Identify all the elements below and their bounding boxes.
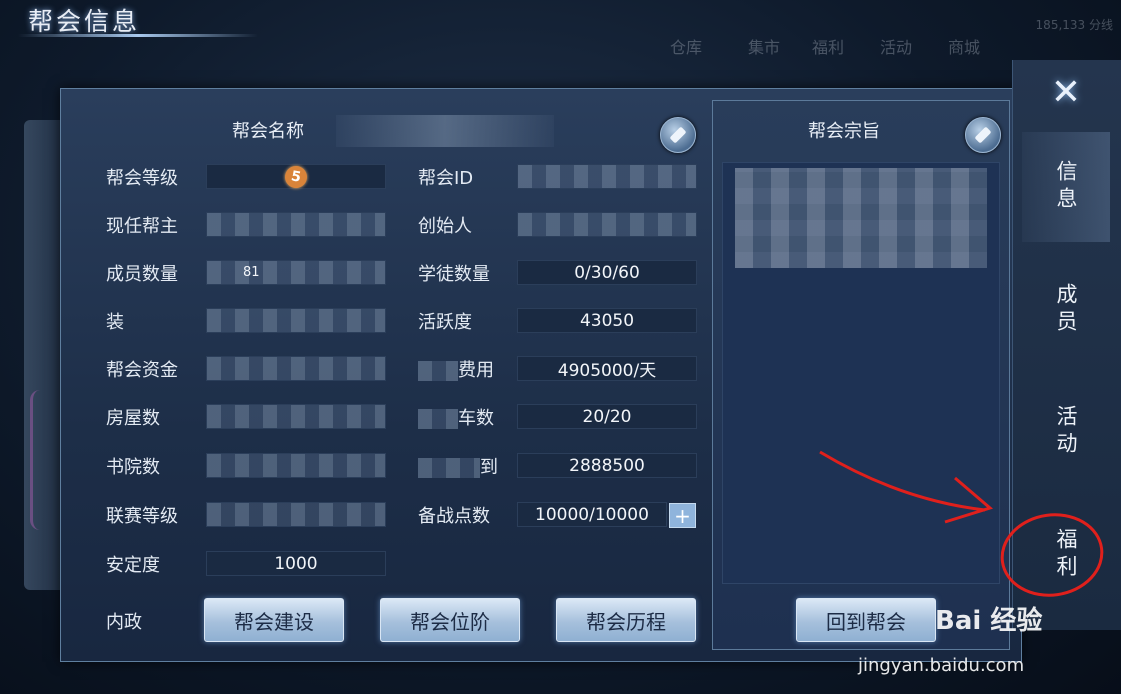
label-interior: 内政 — [106, 612, 142, 633]
value-member-count: 81 — [206, 260, 386, 285]
bg-menu-welfare: 福利 — [812, 38, 845, 57]
label-guild-level: 帮会等级 — [106, 168, 178, 189]
purpose-title: 帮会宗旨 — [808, 121, 880, 142]
bg-menu-market: 集市 — [748, 38, 781, 57]
level-badge-icon: 5 — [283, 163, 309, 190]
value-equip — [206, 308, 386, 333]
label-equip: 装 — [106, 312, 124, 333]
plus-icon: + — [674, 503, 691, 528]
label-cost: 费用 — [418, 356, 494, 382]
watermark-url: jingyan.baidu.com — [858, 655, 1025, 676]
vehicles-label-text: 车数 — [458, 408, 494, 429]
guild-name-label: 帮会名称 — [232, 121, 304, 142]
label-houses: 房屋数 — [106, 408, 160, 429]
edit-purpose-button[interactable] — [965, 117, 1001, 153]
edit-name-button[interactable] — [660, 117, 696, 153]
guild-history-button[interactable]: 帮会历程 — [556, 598, 696, 642]
label-apprentices: 学徒数量 — [418, 264, 490, 285]
label-activity: 活跃度 — [418, 312, 472, 333]
tab-info[interactable]: 信息 — [1022, 132, 1110, 242]
return-to-guild-button[interactable]: 回到帮会 — [796, 598, 936, 642]
window-title: 帮会信息 — [28, 7, 141, 36]
bg-menu-activity: 活动 — [880, 38, 913, 57]
title-underline — [18, 34, 258, 37]
value-apprentices: 0/30/60 — [517, 260, 697, 285]
bg-coords: 185,133 分线 — [1035, 18, 1113, 32]
value-guild-level: 5 — [206, 163, 386, 190]
value-houses — [206, 404, 386, 429]
purpose-text-blurred — [735, 168, 987, 268]
value-funds — [206, 356, 386, 381]
value-founder — [517, 212, 697, 237]
label-earnings: 到 — [418, 453, 498, 479]
vehicles-label-blur — [418, 409, 458, 429]
cost-label-blur — [418, 361, 458, 381]
value-cost: 4905000/天 — [517, 356, 697, 381]
value-vehicles: 20/20 — [517, 404, 697, 429]
label-war-points: 备战点数 — [418, 506, 490, 527]
value-war-points: 10000/10000 — [517, 502, 667, 527]
value-stability: 1000 — [206, 551, 386, 576]
earnings-label-blur — [418, 458, 480, 478]
earnings-label-text: 到 — [480, 457, 498, 478]
guild-rank-button[interactable]: 帮会位阶 — [380, 598, 520, 642]
close-icon[interactable]: ✕ — [1046, 72, 1086, 113]
label-member-count: 成员数量 — [106, 264, 178, 285]
tab-activity[interactable]: 活动 — [1022, 377, 1110, 487]
guild-name-value — [336, 115, 554, 147]
value-earnings: 2888500 — [517, 453, 697, 478]
value-leader — [206, 212, 386, 237]
pencil-icon — [669, 126, 687, 144]
label-league-level: 联赛等级 — [106, 506, 178, 527]
bg-menu-shop: 商城 — [948, 38, 981, 57]
value-guild-id — [517, 164, 697, 189]
label-vehicles: 车数 — [418, 404, 494, 430]
label-funds: 帮会资金 — [106, 360, 178, 381]
label-guild-id: 帮会ID — [418, 168, 474, 189]
label-academies: 书院数 — [106, 457, 160, 478]
add-war-points-button[interactable]: + — [669, 503, 696, 528]
guild-build-button[interactable]: 帮会建设 — [204, 598, 344, 642]
value-league-level — [206, 502, 386, 527]
watermark-logo: Bai 经验 — [935, 606, 1043, 636]
pencil-icon — [974, 126, 992, 144]
rope-decoration — [30, 390, 53, 530]
label-stability: 安定度 — [106, 555, 160, 576]
tab-members[interactable]: 成员 — [1022, 255, 1110, 365]
label-founder: 创始人 — [418, 216, 472, 237]
tab-welfare[interactable]: 福利 — [1022, 500, 1110, 610]
value-academies — [206, 453, 386, 478]
bg-menu-warehouse: 仓库 — [670, 38, 703, 57]
cost-label-text: 费用 — [458, 360, 494, 381]
value-activity: 43050 — [517, 308, 697, 333]
label-leader: 现任帮主 — [106, 216, 178, 237]
